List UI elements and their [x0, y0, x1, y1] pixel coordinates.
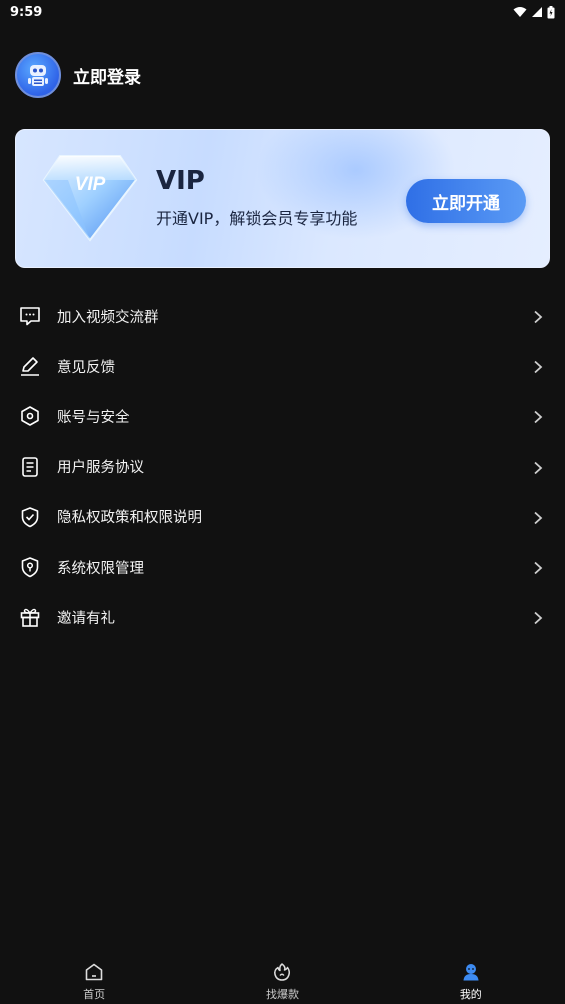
nav-label: 首页 [83, 987, 106, 1001]
menu-item-video-group[interactable]: 加入视频交流群 [0, 291, 565, 341]
profile-icon [461, 961, 481, 983]
chevron-right-icon [531, 359, 545, 374]
battery-icon [547, 5, 555, 19]
menu-item-label: 账号与安全 [57, 409, 130, 426]
bottom-nav: 首页 找爆款 我的 [0, 958, 565, 1004]
vip-banner[interactable]: VIP VIP 开通VIP，解锁会员专享功能 立即开通 [15, 129, 550, 268]
status-time: 9:59 [10, 4, 43, 20]
profile-header[interactable]: 立即登录 [15, 52, 141, 98]
vip-subtitle: 开通VIP，解锁会员专享功能 [156, 209, 358, 228]
vip-title: VIP [156, 166, 205, 196]
gift-icon [19, 606, 41, 628]
chevron-right-icon [531, 560, 545, 575]
document-icon [19, 456, 41, 478]
nav-label: 我的 [459, 987, 482, 1001]
menu-item-invite-reward[interactable]: 邀请有礼 [0, 592, 565, 642]
nav-label: 找爆款 [265, 987, 299, 1001]
signal-icon [531, 6, 543, 18]
menu-item-user-agreement[interactable]: 用户服务协议 [0, 442, 565, 492]
shield-key-icon [19, 556, 41, 578]
menu-item-label: 系统权限管理 [57, 560, 144, 577]
chevron-right-icon [531, 460, 545, 474]
avatar[interactable] [15, 52, 61, 98]
menu-item-label: 意见反馈 [57, 359, 115, 376]
hexagon-security-icon [19, 405, 41, 427]
wifi-icon [513, 6, 527, 18]
pen-icon [19, 355, 41, 377]
nav-tab-home[interactable]: 首页 [34, 961, 154, 1002]
login-link[interactable]: 立即登录 [73, 63, 141, 88]
menu-item-label: 隐私权政策和权限说明 [57, 510, 202, 527]
fire-icon [272, 961, 292, 983]
chevron-right-icon [531, 610, 545, 625]
svg-text:VIP: VIP [75, 174, 106, 195]
home-icon [84, 961, 104, 983]
chevron-right-icon [531, 309, 545, 324]
nav-tab-trending[interactable]: 找爆款 [222, 961, 342, 1002]
vip-diamond-icon: VIP [40, 148, 140, 252]
status-bar: 9:59 [0, 0, 565, 24]
nav-tab-mine[interactable]: 我的 [411, 961, 531, 1002]
chevron-right-icon [531, 510, 545, 525]
menu-item-label: 邀请有礼 [57, 610, 115, 627]
menu-item-system-permissions[interactable]: 系统权限管理 [0, 542, 565, 592]
robot-avatar-icon [28, 65, 48, 86]
shield-check-icon [19, 506, 41, 528]
status-icons [513, 5, 555, 19]
menu-item-account-security[interactable]: 账号与安全 [0, 391, 565, 441]
chevron-right-icon [531, 409, 545, 424]
menu-item-feedback[interactable]: 意见反馈 [0, 341, 565, 391]
menu-item-label: 用户服务协议 [57, 460, 144, 477]
menu-item-privacy-policy[interactable]: 隐私权政策和权限说明 [0, 492, 565, 542]
chat-bubble-icon [19, 305, 41, 327]
activate-vip-button[interactable]: 立即开通 [406, 179, 526, 223]
menu-item-label: 加入视频交流群 [57, 309, 159, 326]
settings-menu: 加入视频交流群 意见反馈 账号与安全 用户服务协议 隐私权政策和权限说明 系统权 [0, 291, 565, 642]
